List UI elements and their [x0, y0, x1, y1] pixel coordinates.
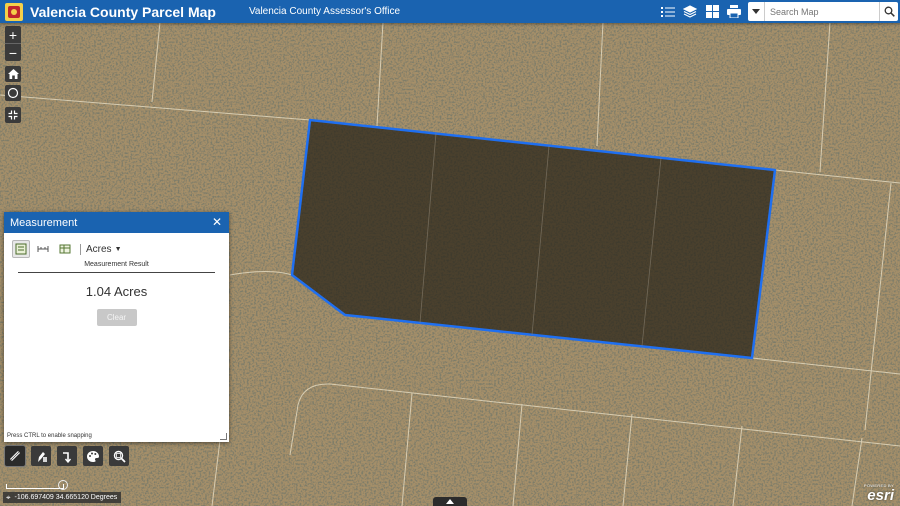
zoom-out-button[interactable]: −	[5, 43, 21, 61]
draw-widget-button[interactable]	[31, 446, 51, 466]
header-tools	[657, 0, 900, 23]
paint-icon	[87, 450, 99, 462]
unit-label: Acres	[86, 243, 112, 255]
chevron-down-icon: ▼	[114, 245, 122, 253]
measurement-panel: Measurement ✕ Acres ▼ Measurement Result…	[4, 212, 229, 442]
widget-toolbar	[5, 446, 135, 466]
app-title: Valencia County Parcel Map	[30, 3, 216, 20]
home-button[interactable]	[5, 66, 21, 82]
chevron-up-icon	[446, 499, 454, 504]
clear-button[interactable]: Clear	[96, 309, 137, 326]
measurement-result-value: 1.04 Acres	[85, 284, 148, 299]
search-zoom-icon	[113, 450, 126, 463]
search-button[interactable]	[879, 2, 898, 21]
measurement-panel-title: Measurement	[10, 216, 78, 229]
unit-dropdown[interactable]: Acres ▼	[86, 244, 122, 255]
paint-widget-button[interactable]	[83, 446, 103, 466]
esri-attribution: POWERED BY esri	[864, 483, 894, 503]
directions-widget-button[interactable]	[57, 446, 77, 466]
county-logo-icon	[5, 2, 23, 21]
list-icon[interactable]	[657, 0, 679, 23]
resize-handle[interactable]	[220, 433, 227, 440]
locate-icon	[7, 87, 19, 99]
distance-tool-button[interactable]	[34, 240, 52, 258]
app-header: Valencia County Parcel Map Valencia Coun…	[0, 0, 900, 23]
location-tool-button[interactable]	[56, 240, 74, 258]
fullscreen-icon	[8, 110, 18, 120]
result-divider	[18, 272, 215, 273]
area-tool-button[interactable]	[12, 240, 30, 258]
basemap-grid-icon[interactable]	[701, 0, 723, 23]
attribute-table-toggle[interactable]	[433, 497, 467, 506]
coordinate-text: -106.697409 34.665120 Degrees	[14, 494, 118, 501]
measure-widget-button[interactable]	[5, 446, 25, 466]
area-icon	[15, 243, 27, 255]
esri-logo: esri	[867, 487, 894, 504]
search-zoom-widget-button[interactable]	[109, 446, 129, 466]
search-icon	[884, 6, 895, 17]
scale-bar	[6, 480, 68, 490]
measurement-tools: Acres ▼	[12, 240, 229, 258]
distance-icon	[37, 246, 49, 252]
location-icon	[59, 244, 71, 254]
zoom-control: + −	[5, 26, 21, 61]
snapping-hint: Press CTRL to enable snapping	[7, 433, 92, 439]
measure-icon	[10, 451, 20, 461]
tool-separator	[80, 243, 81, 255]
locate-button[interactable]	[5, 85, 21, 101]
search-box	[748, 2, 898, 21]
crosshair-icon: ⌖	[6, 492, 11, 502]
measurement-result-label: Measurement Result	[84, 261, 149, 268]
home-icon	[7, 69, 19, 79]
close-icon[interactable]: ✕	[212, 215, 222, 229]
zoom-in-button[interactable]: +	[5, 26, 21, 43]
directions-icon	[62, 451, 71, 463]
measurement-panel-header: Measurement ✕	[4, 212, 229, 233]
print-icon[interactable]	[723, 0, 745, 23]
layers-icon[interactable]	[679, 0, 701, 23]
search-input[interactable]	[765, 3, 879, 20]
draw-icon	[37, 451, 47, 462]
fullscreen-button[interactable]	[5, 107, 21, 123]
app-subtitle: Valencia County Assessor's Office	[248, 6, 401, 17]
search-source-dropdown[interactable]	[748, 2, 765, 21]
coordinate-readout: ⌖ -106.697409 34.665120 Degrees	[3, 492, 122, 503]
